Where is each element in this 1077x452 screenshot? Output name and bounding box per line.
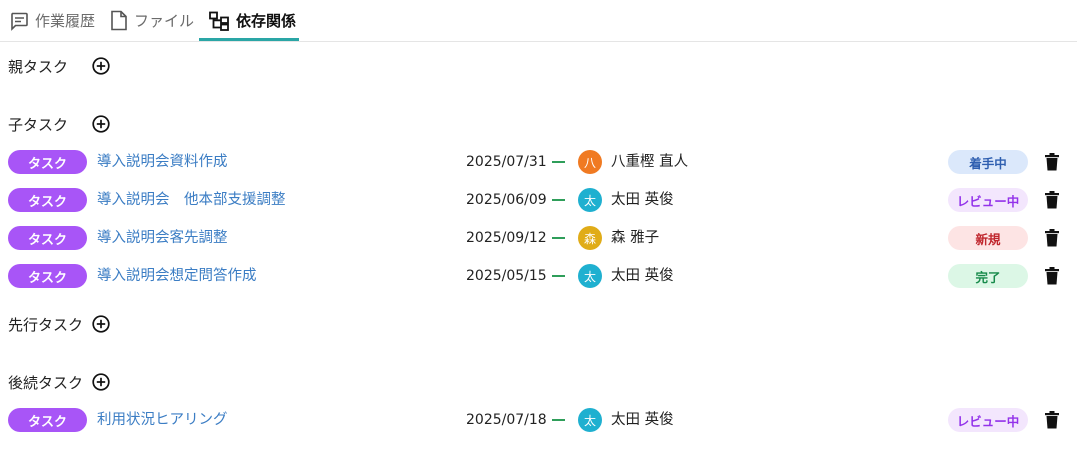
status-badge: レビュー中 [948, 188, 1028, 212]
section-title-successors: 後続タスク [8, 373, 84, 392]
add-circle-icon [92, 57, 110, 75]
tab-label: 依存関係 [236, 12, 297, 30]
avatar: 太 [578, 408, 602, 432]
hierarchy-icon [209, 11, 230, 31]
assignee-name: 太田 英俊 [611, 412, 674, 428]
delete-button[interactable] [1043, 228, 1061, 248]
section-title-parent: 親タスク [8, 57, 69, 76]
add-circle-icon [92, 315, 110, 333]
add-child-task-button[interactable] [91, 114, 111, 134]
delete-button[interactable] [1043, 266, 1061, 286]
task-title-link[interactable]: 導入説明会 他本部支援調整 [97, 185, 286, 215]
delete-button[interactable] [1043, 190, 1061, 210]
task-type-badge[interactable]: タスク [8, 188, 87, 212]
task-title-link[interactable]: 導入説明会想定問答作成 [97, 261, 257, 291]
delete-button[interactable] [1043, 152, 1061, 172]
status-badge: 完了 [948, 264, 1028, 288]
task-type-badge[interactable]: タスク [8, 226, 87, 250]
child-task-row: タスク 導入説明会 他本部支援調整 2025/06/09 太 太田 英俊 レビュ… [0, 185, 1077, 215]
priority-dash [552, 275, 565, 277]
priority-dash [552, 419, 565, 421]
due-date: 2025/09/12 [466, 230, 547, 246]
task-type-badge[interactable]: タスク [8, 150, 87, 174]
trash-icon [1045, 267, 1059, 285]
assignee-name: 八重樫 直人 [611, 154, 689, 170]
avatar: 太 [578, 188, 602, 212]
task-title-link[interactable]: 導入説明会客先調整 [97, 223, 228, 253]
child-task-row: タスク 導入説明会資料作成 2025/07/31 八 八重樫 直人 着手中 [0, 147, 1077, 177]
assignee-name: 太田 英俊 [611, 192, 674, 208]
trash-icon [1045, 411, 1059, 429]
avatar: 八 [578, 150, 602, 174]
avatar: 太 [578, 264, 602, 288]
trash-icon [1045, 153, 1059, 171]
status-badge: 着手中 [948, 150, 1028, 174]
task-title-link[interactable]: 導入説明会資料作成 [97, 147, 228, 177]
section-title-predecessors: 先行タスク [8, 315, 84, 334]
add-circle-icon [92, 115, 110, 133]
add-predecessor-task-button[interactable] [91, 314, 111, 334]
task-title-link[interactable]: 利用状況ヒアリング [97, 405, 228, 435]
priority-dash [552, 199, 565, 201]
task-type-badge[interactable]: タスク [8, 408, 87, 432]
assignee-name: 太田 英俊 [611, 268, 674, 284]
add-circle-icon [92, 373, 110, 391]
tab-bar: 作業履歴 ファイル 依存関係 [0, 0, 1077, 42]
tab-label: 作業履歴 [35, 12, 96, 30]
add-parent-task-button[interactable] [91, 56, 111, 76]
comment-icon [9, 11, 29, 31]
status-badge: レビュー中 [948, 408, 1028, 432]
trash-icon [1045, 191, 1059, 209]
due-date: 2025/07/18 [466, 412, 547, 428]
child-task-row: タスク 導入説明会想定問答作成 2025/05/15 太 太田 英俊 完了 [0, 261, 1077, 291]
assignee-name: 森 雅子 [611, 230, 660, 246]
active-tab-indicator [199, 38, 299, 41]
tab-label: ファイル [134, 12, 195, 30]
tab-work-history[interactable]: 作業履歴 [9, 0, 95, 41]
avatar: 森 [578, 226, 602, 250]
section-title-children: 子タスク [8, 115, 69, 134]
priority-dash [552, 161, 565, 163]
delete-button[interactable] [1043, 410, 1061, 430]
tab-dependencies[interactable]: 依存関係 [209, 0, 296, 41]
priority-dash [552, 237, 565, 239]
status-badge: 新規 [948, 226, 1028, 250]
due-date: 2025/06/09 [466, 192, 547, 208]
task-type-badge[interactable]: タスク [8, 264, 87, 288]
file-icon [110, 10, 128, 31]
add-successor-task-button[interactable] [91, 372, 111, 392]
child-task-row: タスク 導入説明会客先調整 2025/09/12 森 森 雅子 新規 [0, 223, 1077, 253]
tab-files[interactable]: ファイル [110, 0, 194, 41]
due-date: 2025/07/31 [466, 154, 547, 170]
due-date: 2025/05/15 [466, 268, 547, 284]
trash-icon [1045, 229, 1059, 247]
successor-task-row: タスク 利用状況ヒアリング 2025/07/18 太 太田 英俊 レビュー中 [0, 405, 1077, 435]
